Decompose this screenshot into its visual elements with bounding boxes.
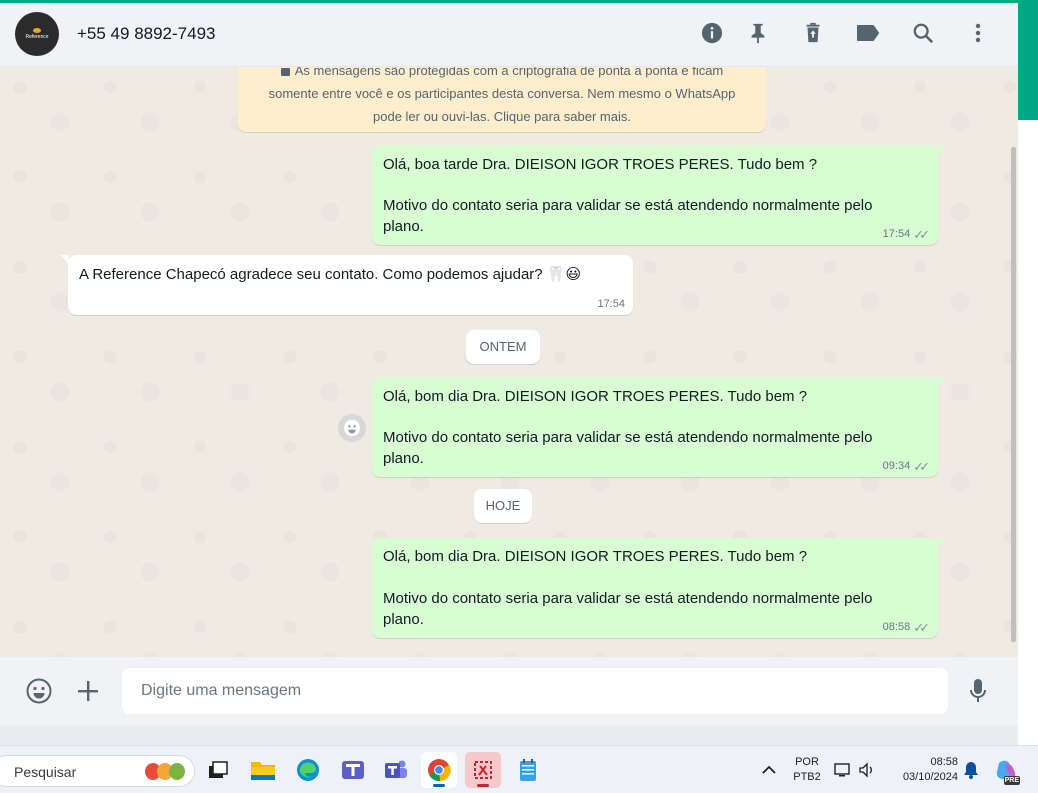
chat-header: Reference +55 49 8892-7493 [0, 3, 1018, 67]
message-meta: 17:54 ✓✓ [883, 224, 930, 245]
message-meta: 08:58 ✓✓ [883, 617, 930, 638]
clock-time: 08:58 [930, 756, 958, 768]
message-composer [0, 657, 1018, 725]
snipping-tool-icon[interactable] [465, 752, 501, 788]
message-input[interactable] [122, 668, 948, 714]
input-language-indicator[interactable]: POR PTB2 [790, 755, 824, 785]
logo-mark [33, 28, 41, 33]
lock-icon [280, 67, 290, 76]
date-chip-today: HOJE [474, 489, 532, 523]
pin-icon[interactable] [745, 20, 771, 46]
message-text-body: Motivo do contato seria para validar se … [383, 197, 873, 235]
info-icon[interactable] [699, 20, 725, 46]
message-text-line: Olá, bom dia Dra. DIEISON IGOR TROES PER… [383, 388, 808, 405]
smiley-icon [343, 419, 361, 437]
network-icon[interactable] [831, 752, 855, 788]
bubble-tail [937, 377, 945, 387]
emoji-icon[interactable] [25, 677, 53, 705]
background-accent-block [1018, 0, 1038, 120]
contact-name[interactable]: +55 49 8892-7493 [77, 24, 216, 44]
notice-line-1: As mensagens são protegidas com a cripto… [294, 67, 724, 78]
message-incoming[interactable]: A Reference Chapecó agradece seu contato… [61, 255, 633, 315]
task-view-icon[interactable] [200, 752, 236, 788]
message-time: 17:54 [882, 228, 911, 240]
bubble-tail [937, 538, 945, 548]
message-list[interactable]: As mensagens são protegidas com a cripto… [0, 67, 1018, 657]
label-icon[interactable] [855, 20, 881, 46]
chat-scrollbar[interactable] [1009, 67, 1018, 657]
message-text: A Reference Chapecó agradece seu contato… [79, 266, 582, 283]
chrome-icon[interactable] [421, 752, 457, 788]
teams-classroom-icon[interactable] [335, 752, 371, 788]
message-text-line: Olá, bom dia Dra. DIEISON IGOR TROES PER… [383, 548, 808, 565]
message-text-line: Olá, boa tarde Dra. DIEISON IGOR TROES P… [383, 156, 818, 173]
search-icon[interactable] [910, 20, 936, 46]
microphone-icon[interactable] [964, 677, 992, 705]
active-app-indicator [477, 784, 489, 787]
avatar[interactable]: Reference [15, 12, 59, 56]
window-right-edge [1018, 0, 1038, 745]
message-meta: 09:34 ✓✓ [883, 456, 930, 477]
taskbar-search[interactable]: Pesquisar [0, 755, 195, 787]
bubble-tail [937, 145, 945, 155]
volume-icon[interactable] [855, 752, 879, 788]
message-time: 08:58 [882, 621, 911, 633]
menu-icon[interactable] [965, 20, 991, 46]
copilot-icon[interactable]: PRE [992, 752, 1022, 788]
notice-line-3: pode ler ou ouvi-las. Clique para saber … [373, 109, 631, 124]
teams-icon[interactable] [378, 752, 414, 788]
message-outgoing[interactable]: Olá, bom dia Dra. DIEISON IGOR TROES PER… [372, 377, 945, 477]
edge-browser-icon[interactable] [290, 752, 326, 788]
notepad-icon[interactable] [510, 752, 546, 788]
message-text-body: Motivo do contato seria para validar se … [383, 590, 873, 628]
clock-date: 03/10/2024 [902, 771, 958, 783]
message-outgoing[interactable]: Olá, bom dia Dra. DIEISON IGOR TROES PER… [372, 538, 945, 638]
message-time: 17:54 [597, 298, 625, 310]
message-outgoing[interactable]: Olá, boa tarde Dra. DIEISON IGOR TROES P… [372, 145, 945, 245]
date-chip-yesterday: ONTEM [466, 330, 540, 364]
windows-taskbar: Pesquisar POR PTB2 08:58 03/10/2024 PRE [0, 745, 1038, 793]
whatsapp-chat-window: Reference +55 49 8892-7493 As mensagens … [0, 3, 1018, 745]
encryption-notice[interactable]: As mensagens são protegidas com a cripto… [238, 67, 766, 132]
active-app-indicator [433, 784, 445, 787]
notice-line-2: somente entre você e os participantes de… [268, 86, 736, 101]
chevron-up-icon[interactable] [751, 752, 787, 788]
message-text-body: Motivo do contato seria para validar se … [383, 429, 873, 467]
search-highlight-icon [169, 763, 185, 780]
avatar-logo-text: Reference [25, 34, 49, 40]
message-time: 09:34 [882, 460, 911, 472]
message-meta: 17:54 [597, 294, 625, 315]
read-receipt-icon: ✓✓ [913, 459, 930, 474]
read-receipt-icon: ✓✓ [913, 620, 930, 635]
file-explorer-icon[interactable] [245, 752, 281, 788]
read-receipt-icon: ✓✓ [913, 227, 930, 242]
notification-bell-icon[interactable] [958, 752, 984, 788]
delete-icon[interactable] [800, 20, 826, 46]
language-code: POR [795, 756, 819, 768]
keyboard-layout: PTB2 [793, 771, 821, 783]
taskbar-clock[interactable]: 08:58 03/10/2024 [888, 755, 958, 785]
scrollbar-thumb[interactable] [1011, 147, 1016, 642]
search-label: Pesquisar [14, 764, 77, 780]
emoji-reaction-button[interactable] [338, 414, 366, 442]
preview-badge: PRE [1003, 776, 1020, 785]
bubble-tail [61, 255, 69, 265]
attach-plus-icon[interactable] [74, 677, 102, 705]
